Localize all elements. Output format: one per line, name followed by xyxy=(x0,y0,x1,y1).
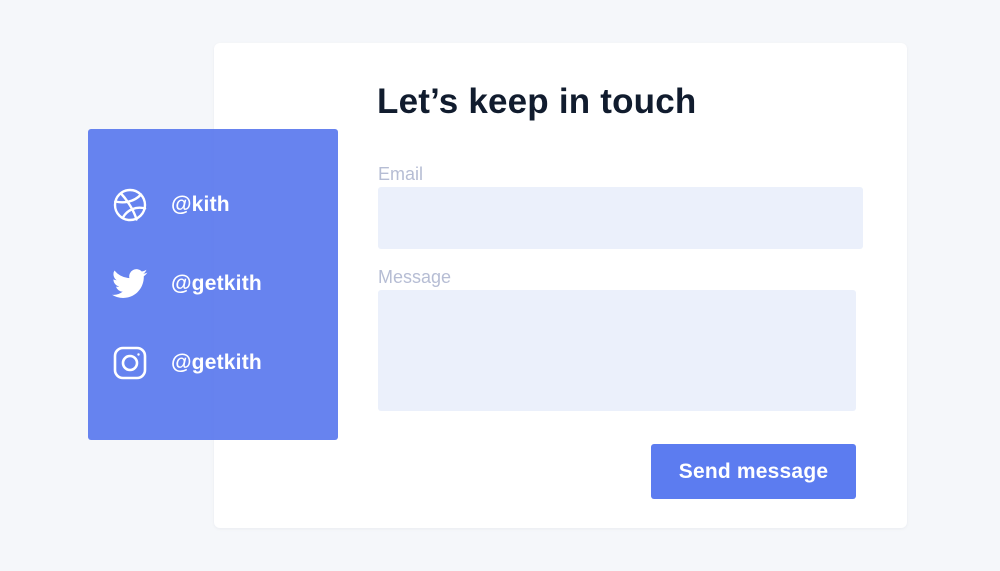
instagram-handle: @getkith xyxy=(171,351,262,374)
message-label: Message xyxy=(378,267,452,287)
email-field[interactable] xyxy=(378,187,863,249)
social-link-dribbble[interactable]: @kith xyxy=(112,185,230,225)
email-label: Email xyxy=(378,164,424,184)
send-message-button[interactable]: Send message xyxy=(651,444,856,499)
message-field[interactable] xyxy=(378,290,856,411)
social-links-panel: @kith @getkith @getkith xyxy=(88,129,338,440)
social-link-twitter[interactable]: @getkith xyxy=(112,264,262,304)
page-title: Let’s keep in touch xyxy=(377,82,697,121)
twitter-icon xyxy=(112,266,148,302)
instagram-icon xyxy=(112,345,148,381)
social-link-instagram[interactable]: @getkith xyxy=(112,343,262,383)
twitter-handle: @getkith xyxy=(171,272,262,295)
dribbble-icon xyxy=(112,187,148,223)
dribbble-handle: @kith xyxy=(171,193,230,216)
